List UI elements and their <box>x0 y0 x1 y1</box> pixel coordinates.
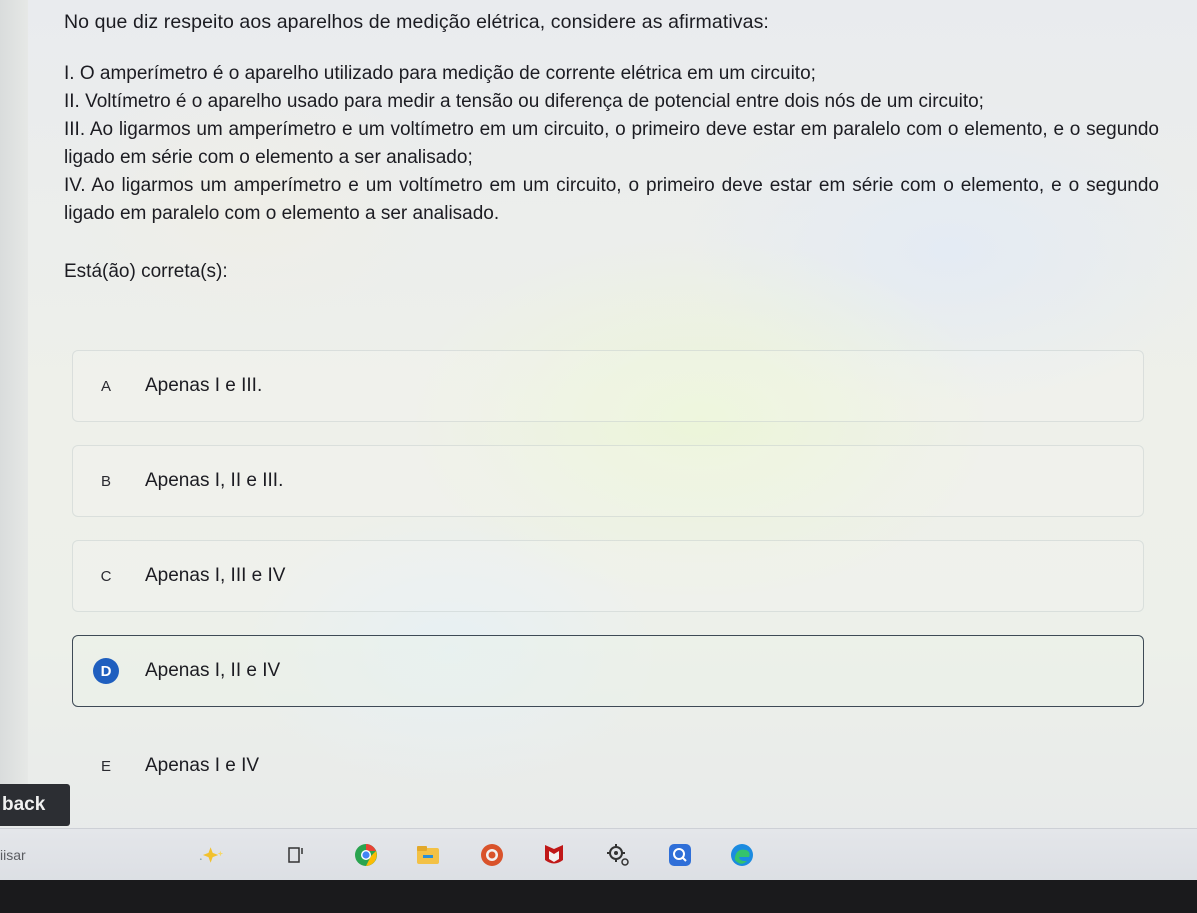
option-text: Apenas I, II e III. <box>145 470 284 491</box>
task-view-icon[interactable] <box>283 841 311 869</box>
question-block: No que diz respeito aos aparelhos de med… <box>64 8 1159 286</box>
edge-icon[interactable] <box>728 841 756 869</box>
option-e[interactable]: E Apenas I e IV <box>72 730 1144 802</box>
copilot-icon[interactable] <box>198 841 226 869</box>
chrome-icon[interactable] <box>352 841 380 869</box>
left-sidebar-edge <box>0 0 28 790</box>
option-text: Apenas I, II e IV <box>145 660 281 681</box>
statement-list: I. O amperímetro é o aparelho utilizado … <box>64 60 1159 228</box>
quiz-page: No que diz respeito aos aparelhos de med… <box>0 0 1197 820</box>
mcafee-icon[interactable] <box>540 841 568 869</box>
answer-options: A Apenas I e III. B Apenas I, II e III. … <box>72 350 1144 825</box>
file-explorer-icon[interactable] <box>414 841 442 869</box>
statement-1: I. O amperímetro é o aparelho utilizado … <box>64 63 816 84</box>
option-letter-selected: D <box>93 658 119 684</box>
option-a[interactable]: A Apenas I e III. <box>72 350 1144 422</box>
office-icon[interactable] <box>478 841 506 869</box>
back-button[interactable]: back <box>0 784 70 826</box>
statement-2: II. Voltímetro é o aparelho usado para m… <box>64 91 984 112</box>
option-b[interactable]: B Apenas I, II e III. <box>72 445 1144 517</box>
option-d[interactable]: D Apenas I, II e IV <box>72 635 1144 707</box>
option-letter: E <box>100 757 111 775</box>
option-text: Apenas I e III. <box>145 375 263 396</box>
search-app-icon[interactable] <box>666 841 694 869</box>
monitor-bezel <box>0 880 1197 913</box>
correct-label: Está(ão) correta(s): <box>64 261 228 282</box>
option-letter: A <box>100 377 111 395</box>
option-text: Apenas I, III e IV <box>145 565 286 586</box>
settings-icon[interactable] <box>604 841 632 869</box>
taskbar-search-text[interactable]: iisar <box>0 847 26 863</box>
question-prompt: No que diz respeito aos aparelhos de med… <box>64 11 769 33</box>
option-letter: C <box>100 567 112 585</box>
taskbar: iisar <box>0 828 1197 881</box>
option-letter: B <box>100 472 111 490</box>
option-c[interactable]: C Apenas I, III e IV <box>72 540 1144 612</box>
option-text: Apenas I e IV <box>145 755 260 776</box>
statement-3: III. Ao ligarmos um amperímetro e um vol… <box>64 119 1159 168</box>
statement-4: IV. Ao ligarmos um amperímetro e um volt… <box>64 175 1159 224</box>
